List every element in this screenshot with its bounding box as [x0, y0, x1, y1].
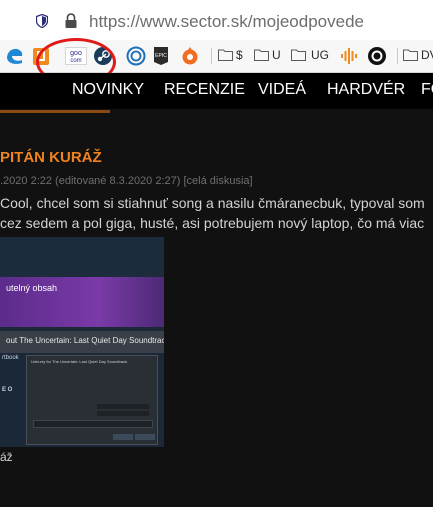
dialog-field — [97, 411, 149, 416]
nav-item-forum[interactable]: FO — [421, 81, 433, 99]
dialog-select — [33, 420, 153, 428]
goo-text-bottom: com — [70, 58, 81, 64]
screenshot-header — [0, 237, 164, 277]
toolbar-separator — [211, 48, 212, 64]
goo-com-icon[interactable]: goo com — [65, 46, 87, 66]
folder-icon[interactable] — [291, 49, 306, 61]
post-text-line: cez sedem a pol giga, husté, asi potrebu… — [0, 215, 425, 231]
screenshot-banner-title: utelný obsah — [6, 283, 58, 293]
epic-text: EPIC — [155, 53, 167, 59]
nav-item-videa[interactable]: VIDEÁ — [258, 81, 306, 99]
screenshot-side-heading: E O — [2, 387, 13, 393]
bookmarks-toolbar: goo com EPIC $ U UG D — [0, 40, 433, 73]
shield-icon[interactable] — [36, 14, 48, 28]
folder-icon[interactable] — [403, 49, 418, 61]
post-author[interactable]: PITÁN KURÁŽ — [0, 149, 102, 166]
screenshot-title-text: out The Uncertain: Last Quiet Day Soundt… — [6, 336, 164, 345]
post-text-line: Cool, chcel som si stiahnuť song a nasil… — [0, 195, 425, 211]
orange-divider — [0, 110, 110, 113]
folder-icon[interactable] — [254, 49, 269, 61]
url-host: https://www.sector.sk — [89, 12, 248, 31]
screenshot-side-label: rtbook — [2, 355, 19, 361]
site-navigation: NOVINKY RECENZIE VIDEÁ HARDVÉR FO — [0, 73, 433, 109]
nav-item-novinky[interactable]: NOVINKY — [72, 81, 144, 99]
screenshot-dialog-title: Unhurry for The Uncertain: Last Quiet Da… — [31, 359, 128, 364]
screenshot-dialog: Unhurry for The Uncertain: Last Quiet Da… — [26, 355, 158, 445]
dialog-field — [97, 404, 149, 409]
browser-url-bar[interactable]: https://www.sector.sk/mojeodpovede — [0, 0, 433, 40]
audio-wave-icon[interactable] — [340, 46, 358, 66]
post-caption: áž — [0, 450, 13, 464]
nav-item-recenzie[interactable]: RECENZIE — [164, 81, 245, 99]
toolbar-separator — [397, 48, 398, 64]
dialog-button — [113, 434, 133, 440]
bookmark-folder-ug[interactable]: UG — [311, 48, 329, 62]
folder-icon[interactable] — [218, 49, 233, 61]
ubisoft-icon[interactable] — [126, 46, 146, 66]
epic-games-icon[interactable]: EPIC — [153, 46, 169, 66]
goo-text-top: goo — [70, 50, 82, 57]
bookmark-folder-dollar[interactable]: $ — [236, 48, 243, 62]
nav-item-hardver[interactable]: HARDVÉR — [327, 81, 405, 99]
steam-icon[interactable] — [93, 46, 113, 66]
url-path: /mojeodpovede — [247, 12, 364, 31]
bookmark-folder-u[interactable]: U — [272, 48, 281, 62]
embedded-screenshot[interactable]: utelný obsah out The Uncertain: Last Qui… — [0, 237, 164, 447]
post-meta: .2020 2:22 (editované 8.3.2020 2:27) [ce… — [0, 175, 253, 187]
bookmark-orange-icon[interactable] — [32, 46, 50, 66]
dialog-button — [135, 434, 155, 440]
url-text[interactable]: https://www.sector.sk/mojeodpovede — [89, 12, 364, 32]
origin-icon[interactable] — [180, 46, 200, 66]
bookmark-folder-dv[interactable]: DV — [421, 48, 433, 62]
edge-like-icon[interactable] — [5, 46, 25, 66]
lock-icon[interactable] — [64, 13, 78, 29]
ring-logo-icon[interactable] — [367, 46, 387, 66]
